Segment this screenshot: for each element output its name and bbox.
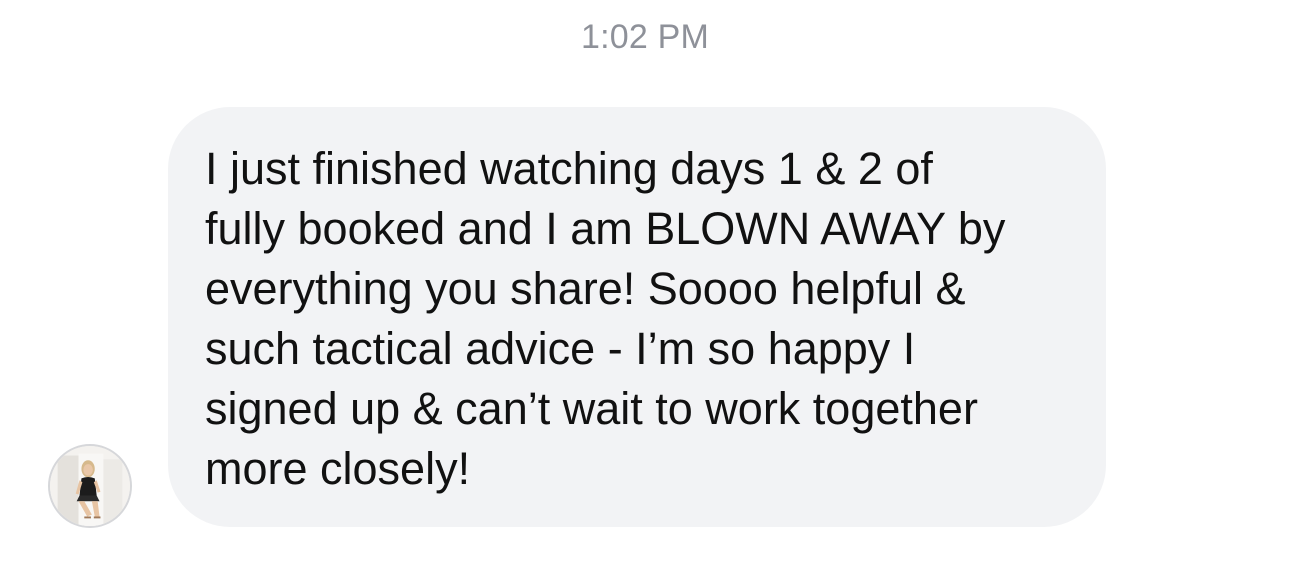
message-text: I just finished watching days 1 & 2 of f…: [205, 143, 1006, 494]
avatar-photo-icon: [50, 446, 130, 526]
sender-avatar-icon[interactable]: [48, 444, 132, 528]
incoming-message-row: I just finished watching days 1 & 2 of f…: [0, 0, 1290, 562]
message-bubble[interactable]: I just finished watching days 1 & 2 of f…: [168, 107, 1106, 527]
